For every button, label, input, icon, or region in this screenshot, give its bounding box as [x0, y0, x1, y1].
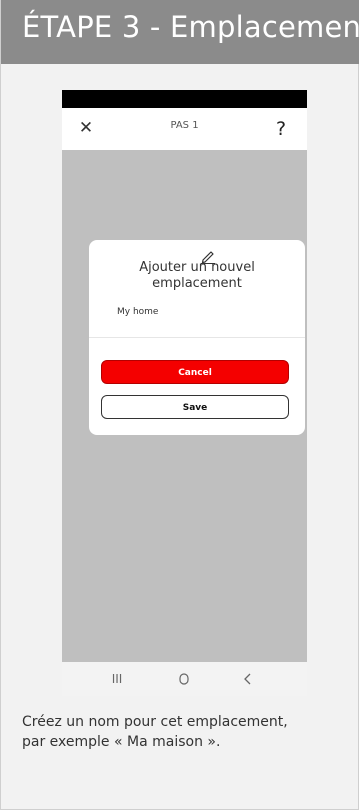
recents-icon[interactable]: III [108, 671, 126, 687]
dialog-title: Ajouter un nouvel emplacement [89, 260, 305, 292]
app-bar: ✕ PAS 1 ? [62, 108, 307, 150]
app-bar-title: PAS 1 [170, 120, 199, 131]
step-title: ÉTAPE 3 - Emplacement [22, 10, 359, 44]
location-name-field[interactable]: My home [117, 307, 158, 317]
save-button[interactable]: Save [101, 395, 289, 419]
cancel-button[interactable]: Cancel [101, 360, 289, 384]
home-icon[interactable] [175, 671, 193, 687]
instruction-card: ÉTAPE 3 - Emplacement ✕ PAS 1 ? Ajouter … [0, 0, 359, 810]
phone-screenshot: ✕ PAS 1 ? Ajouter un nouvel emplacement … [62, 90, 307, 696]
back-icon[interactable] [239, 671, 257, 687]
caption-line-1: Créez un nom pour cet emplacement, [22, 714, 288, 730]
status-bar [62, 90, 307, 108]
dialog-divider [89, 337, 305, 338]
help-button[interactable]: ? [273, 118, 289, 140]
android-nav-bar: III [62, 662, 307, 696]
add-location-dialog: Ajouter un nouvel emplacement My home Ca… [89, 240, 305, 435]
dialog-title-line-1: Ajouter un nouvel [139, 260, 255, 275]
instruction-caption: Créez un nom pour cet emplacement, par e… [22, 712, 352, 752]
step-header: ÉTAPE 3 - Emplacement [1, 0, 359, 64]
dialog-title-line-2: emplacement [152, 276, 242, 291]
caption-line-2: par exemple « Ma maison ». [22, 734, 221, 750]
